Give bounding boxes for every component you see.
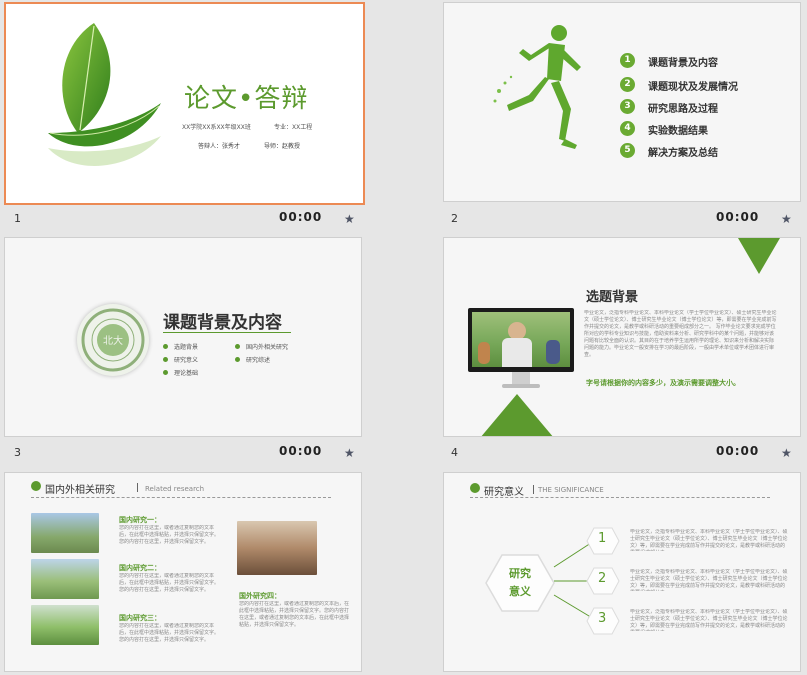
agenda-label: 研究思路及过程 [648,104,718,115]
photo-students-4 [237,521,317,575]
agenda-label: 课题现状及发展情况 [648,82,738,93]
agenda-item[interactable]: 3 研究思路及过程 [620,99,780,115]
star-icon[interactable]: ★ [344,446,355,460]
photo-students-3 [31,605,99,645]
research-item-text: 您的内容打在这里，或者通过复制您的文本后，在此框中选择粘贴，并选择只保留文字。您… [239,601,349,628]
research-item-title: 国内研究一： [119,516,161,524]
slide-thumbnail-4[interactable]: 选题背景 毕业论文，泛指专科毕业论文、本科毕业论文（学士学位毕业论文）、硕士研究… [443,237,801,437]
star-icon[interactable]: ★ [781,212,792,226]
slide-number: 2 [451,212,458,225]
bullet-item[interactable]: 研究综述 [235,355,270,364]
agenda-label: 解决方案及总结 [648,148,718,159]
point-number: 2 [598,571,607,586]
section-title: 选题背景 [586,290,639,305]
agenda-label: 实验数据结果 [648,126,708,137]
header-separator [137,483,138,492]
research-item-text: 您的内容打在这里，或者通过复制您的文本后，在此框中选择粘贴，并选择只保留文字。您… [119,573,219,593]
slide-timing: 00:00 [279,444,323,458]
slide-meta-2: 2 00:00 ★ [441,207,807,231]
slide-thumbnail-6[interactable]: 研究意义 THE SIGNIFICANCE 研究意义 1 2 3 毕业论文，泛指… [443,472,801,672]
agenda-item[interactable]: 1 课题背景及内容 [620,53,780,69]
top-triangle [738,238,780,274]
point-number: 3 [598,611,607,626]
monitor-image [468,308,574,392]
bullet-label: 研究综述 [246,357,271,364]
body-text: 毕业论文，泛指专科毕业论文、本科毕业论文（学士学位毕业论文）、硕士研究生毕业论文… [584,310,777,358]
section-title: 课题背景及内容 [163,313,282,333]
bullet-item[interactable]: 理论基础 [163,368,198,377]
slide-timing: 00:00 [716,210,760,224]
header-separator [533,485,534,494]
hub-label: 研究意义 [509,567,531,598]
highlight-text: 字号请根据你的内容多少，及演示需要调整大小。 [586,379,740,387]
header-dashed-line [470,497,770,498]
cover-title: 论文•答辩 [184,84,309,114]
header-dot [470,483,480,493]
bullet-label: 研究意义 [174,357,199,364]
agenda-number: 2 [620,77,635,92]
agenda-number: 5 [620,143,635,158]
bullet-item[interactable]: 研究意义 [163,355,198,364]
point-number: 1 [598,531,607,546]
running-man-image [493,25,581,149]
section-title-en: Related research [145,485,205,493]
cover-respondent: 答辩人：张秀才 [198,143,241,150]
bullet-item[interactable]: 选题背景 [163,342,198,351]
slide-meta-3: 3 00:00 ★ [4,441,394,465]
agenda-item[interactable]: 4 实验数据结果 [620,121,780,137]
bullet-item[interactable]: 国内外相关研究 [235,342,288,351]
leaf-boat-image [48,23,161,166]
section-title: 国内外相关研究 [45,485,115,496]
agenda-item[interactable]: 5 解决方案及总结 [620,143,780,159]
header-dashed-line [31,497,331,498]
section-title: 研究意义 [484,487,524,498]
svg-text:北大: 北大 [103,334,123,347]
slide-thumbnail-3[interactable]: 北大 课题背景及内容 选题背景 国内外相关研究 研究意义 研究综述 理论基础 [4,237,362,437]
photo-students-1 [31,513,99,553]
slide-thumbnail-5[interactable]: 国内外相关研究 Related research 国内研究一： 您的内容打在这里… [4,472,362,672]
agenda-item[interactable]: 2 课题现状及发展情况 [620,77,780,93]
slide-number: 1 [14,212,21,225]
slide-thumbnail-2[interactable]: 1 课题背景及内容 2 课题现状及发展情况 3 研究思路及过程 4 实验数据结果… [443,2,801,202]
research-item-text: 您的内容打在这里，或者通过复制您的文本后，在此框中选择粘贴，并选择只保留文字。您… [119,623,219,643]
title-underline [163,332,291,333]
section-title-en: THE SIGNIFICANCE [538,486,604,494]
photo-students-2 [31,559,99,599]
cover-advisor: 导师：赵教授 [264,143,301,150]
cover-subtitle-right: 专业：XX工程 [274,124,313,131]
agenda-label: 课题背景及内容 [648,58,718,69]
slide-meta-1: 1 00:00 ★ [4,207,394,231]
star-icon[interactable]: ★ [344,212,355,226]
research-item-title: 国外研究四： [239,592,281,600]
star-icon[interactable]: ★ [781,446,792,460]
bullet-label: 选题背景 [174,344,199,351]
bottom-triangle [481,394,553,436]
slide-meta-4: 4 00:00 ★ [441,441,807,465]
cover-subtitle-left: XX学院XX系XX年级XX班 [182,124,251,131]
slide-number: 4 [451,446,458,459]
research-item-title: 国内研究二： [119,564,161,572]
header-dot [31,481,41,491]
slide-timing: 00:00 [279,210,323,224]
agenda-number: 1 [620,53,635,68]
point-text: 毕业论文，泛指专科毕业论文、本科毕业论文（学士学位毕业论文）、硕士研究生毕业论文… [630,609,788,631]
research-item-text: 您的内容打在这里，或者通过复制您的文本后，在此框中选择粘贴，并选择只保留文字。您… [119,525,219,545]
bullet-label: 理论基础 [174,370,199,377]
agenda-number: 3 [620,99,635,114]
slide-timing: 00:00 [716,444,760,458]
slide-thumbnail-1[interactable]: 论文•答辩 XX学院XX系XX年级XX班 专业：XX工程 答辩人：张秀才 导师：… [4,2,365,205]
university-emblem: 北大 [77,304,149,376]
agenda-number: 4 [620,121,635,136]
bullet-label: 国内外相关研究 [246,344,289,351]
point-text: 毕业论文，泛指专科毕业论文、本科毕业论文（学士学位毕业论文）、硕士研究生毕业论文… [630,529,788,551]
slide-number: 3 [14,446,21,459]
point-text: 毕业论文，泛指专科毕业论文、本科毕业论文（学士学位毕业论文）、硕士研究生毕业论文… [630,569,788,591]
research-item-title: 国内研究三： [119,614,161,622]
